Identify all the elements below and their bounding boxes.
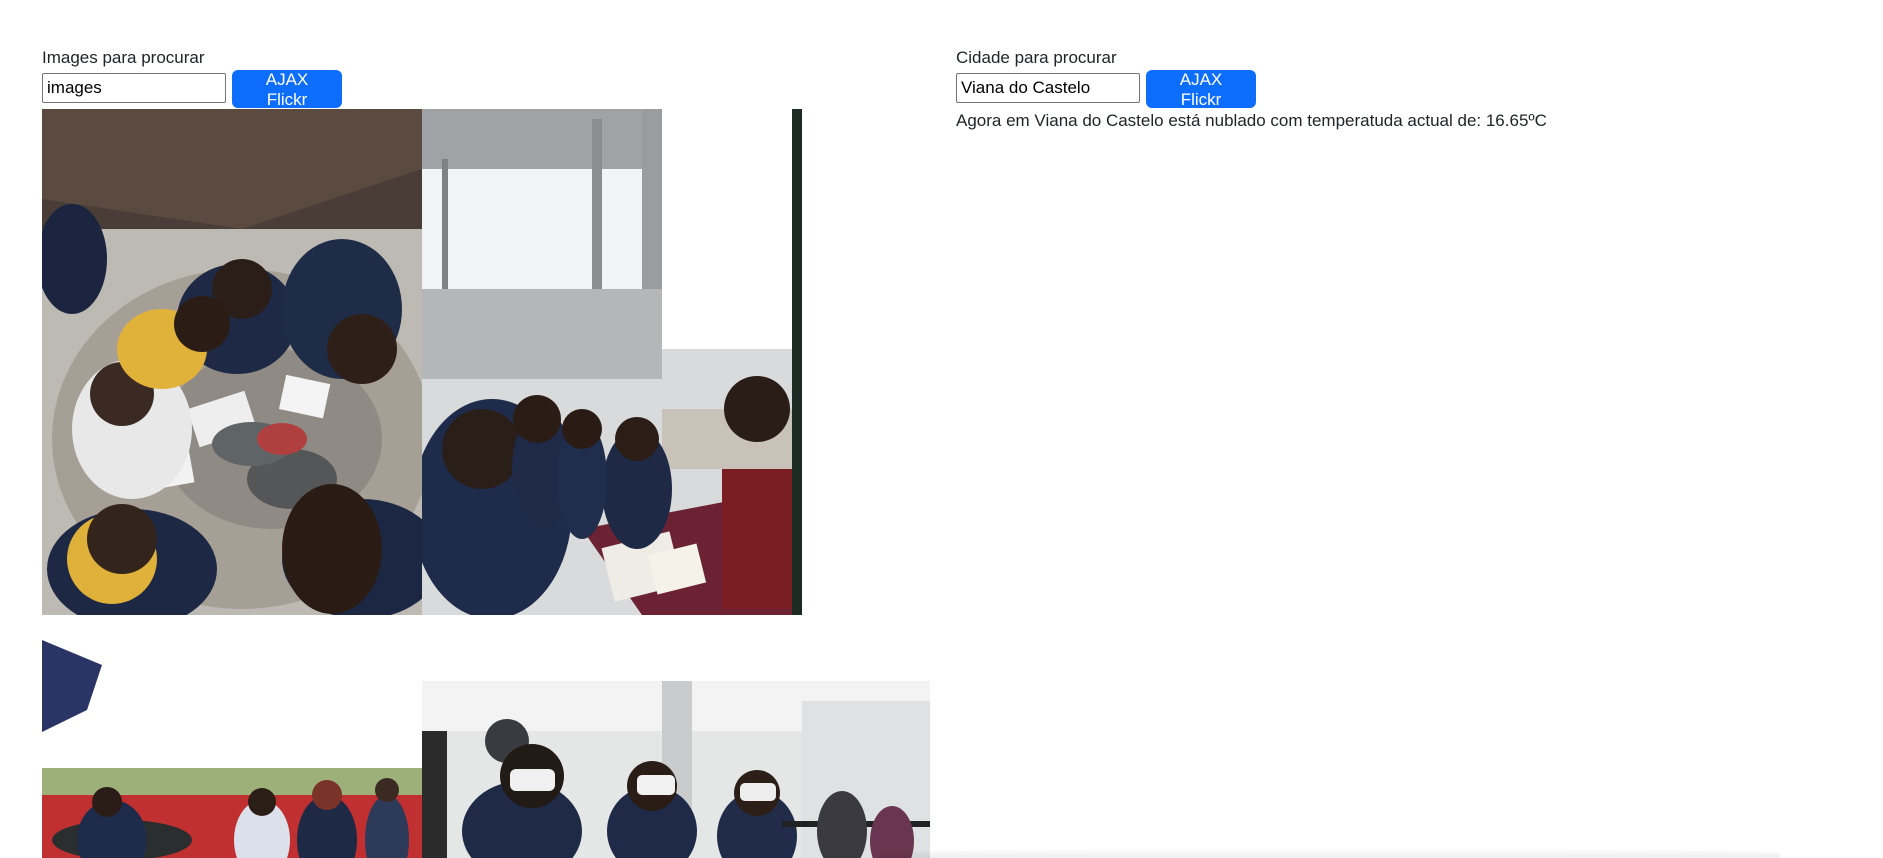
gallery-photo-1[interactable] [42, 109, 422, 615]
weather-result-text: Agora em Viana do Castelo está nublado c… [956, 111, 1547, 130]
image-search-label: Images para procurar [42, 48, 205, 67]
gallery-photo-3[interactable] [42, 640, 422, 858]
photo-students-terrace [42, 640, 422, 858]
city-search-button[interactable]: AJAX Flickr [1146, 70, 1256, 109]
gallery-photo-4[interactable] [422, 681, 930, 858]
photo-students-at-stand [422, 109, 802, 615]
image-search-input[interactable] [42, 73, 226, 103]
photo-students-vr-headsets [422, 681, 930, 858]
image-search-button[interactable]: AJAX Flickr [232, 70, 342, 109]
photo-students-around-table [42, 109, 422, 615]
city-search-label: Cidade para procurar [956, 48, 1117, 67]
city-search-input[interactable] [956, 73, 1140, 103]
gallery-photo-2[interactable] [422, 109, 802, 615]
scroll-shadow [880, 848, 1780, 858]
page: Images para procurar AJAX Flickr Cidade … [0, 0, 1883, 858]
